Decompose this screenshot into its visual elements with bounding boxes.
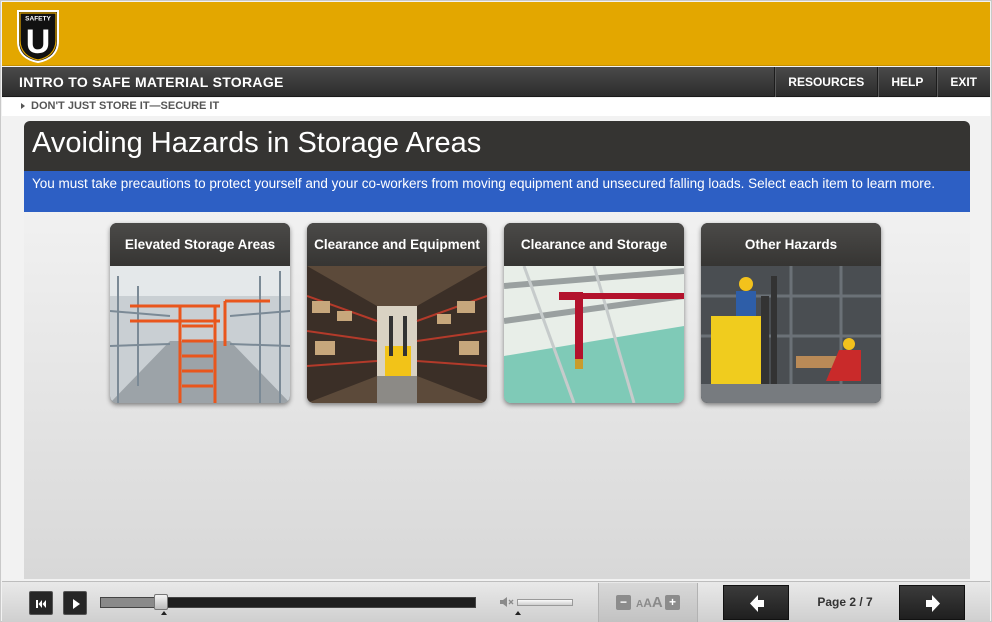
help-link[interactable]: HELP (877, 67, 936, 97)
arrow-right-icon (926, 595, 940, 612)
rewind-button[interactable] (29, 591, 53, 615)
next-page-button[interactable] (899, 585, 965, 620)
text-size-label: AAA (636, 594, 663, 611)
progress-marker-icon (161, 611, 167, 615)
card-label: Clearance and Equipment (314, 237, 480, 252)
header-banner: SAFETY U (2, 2, 990, 66)
top-nav: RESOURCES HELP EXIT (774, 67, 990, 97)
instruction-text: You must take precautions to protect you… (32, 176, 935, 191)
play-icon (73, 599, 80, 609)
card-elevated-storage-areas[interactable]: Elevated Storage Areas (110, 223, 290, 403)
svg-text:SAFETY: SAFETY (25, 16, 51, 23)
player-controls: − AAA + Page 2 / 7 (2, 581, 990, 622)
volume-marker-icon (515, 611, 521, 615)
previous-page-button[interactable] (723, 585, 789, 620)
card-clearance-and-equipment[interactable]: Clearance and Equipment (307, 223, 487, 403)
resources-link[interactable]: RESOURCES (774, 67, 877, 97)
course-title-bar: INTRO TO SAFE MATERIAL STORAGE RESOURCES… (2, 67, 990, 97)
card-header: Elevated Storage Areas (110, 223, 290, 266)
mute-icon[interactable] (499, 596, 515, 608)
breadcrumb-arrow-icon (21, 103, 25, 109)
card-header: Clearance and Equipment (307, 223, 487, 266)
exit-link[interactable]: EXIT (936, 67, 990, 97)
card-clearance-and-storage[interactable]: Clearance and Storage (504, 223, 684, 403)
forklift-aisle-image (307, 266, 487, 403)
card-label: Elevated Storage Areas (124, 237, 276, 252)
safety-u-logo: SAFETY U (17, 10, 59, 63)
card-header: Other Hazards (701, 223, 881, 266)
page-indicator: Page 2 / 7 (817, 595, 873, 609)
sprinkler-pipe-image (504, 266, 684, 403)
card-label: Other Hazards (744, 237, 838, 252)
arrow-left-icon (750, 595, 764, 612)
progress-handle[interactable] (154, 594, 168, 610)
card-other-hazards[interactable]: Other Hazards (701, 223, 881, 403)
progress-fill (101, 598, 161, 607)
page-title: Avoiding Hazards in Storage Areas (32, 127, 482, 159)
play-button[interactable] (63, 591, 87, 615)
page-heading-bar: Avoiding Hazards in Storage Areas (24, 121, 970, 171)
course-title: INTRO TO SAFE MATERIAL STORAGE (19, 74, 284, 90)
content-panel: Avoiding Hazards in Storage Areas You mu… (24, 121, 970, 579)
card-label: Clearance and Storage (520, 237, 668, 252)
decrease-text-size-button[interactable]: − (616, 595, 631, 610)
breadcrumb-text: DON'T JUST STORE IT—SECURE IT (31, 100, 220, 112)
svg-text:U: U (26, 23, 51, 61)
card-header: Clearance and Storage (504, 223, 684, 266)
app-window: SAFETY U INTRO TO SAFE MATERIAL STORAGE … (0, 0, 992, 622)
text-size-controls: − AAA + (598, 583, 698, 622)
elevated-storage-image (110, 266, 290, 403)
volume-slider[interactable] (517, 599, 573, 606)
worker-hazard-image (701, 266, 881, 403)
progress-track[interactable] (100, 594, 476, 610)
skip-back-icon (36, 600, 46, 608)
breadcrumb: DON'T JUST STORE IT—SECURE IT (2, 98, 990, 116)
instruction-bar: You must take precautions to protect you… (24, 171, 970, 212)
increase-text-size-button[interactable]: + (665, 595, 680, 610)
